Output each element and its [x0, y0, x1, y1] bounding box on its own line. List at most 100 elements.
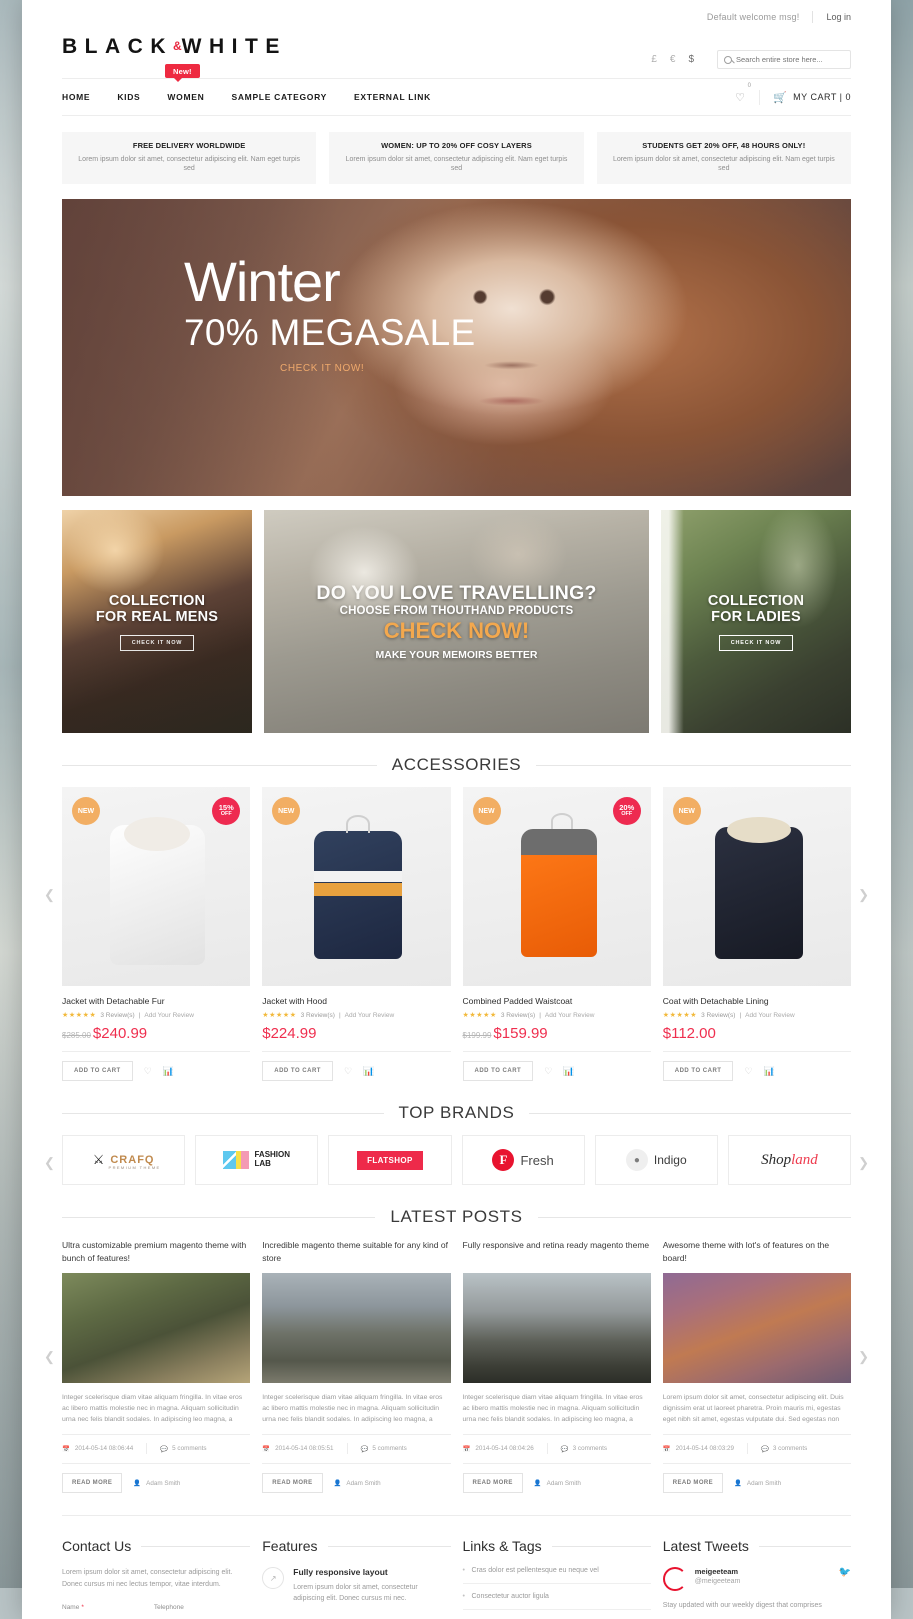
read-more-button[interactable]: READ MORE	[663, 1473, 723, 1493]
compare-icon[interactable]: 📊	[163, 1066, 174, 1077]
tile-travel-line2: CHOOSE FROM THOUTHAND PRODUCTS	[340, 605, 574, 617]
blog-post-card[interactable]: Awesome theme with lot's of features on …	[663, 1239, 851, 1493]
nav-item-home[interactable]: HOME	[62, 92, 90, 102]
brand-logo-shopland[interactable]: Shopland	[728, 1135, 851, 1185]
nav-item-sample-category[interactable]: SAMPLE CATEGORY	[231, 92, 327, 102]
logo-text-right: WHITE	[182, 35, 287, 58]
brands-next-arrow[interactable]: ❯	[858, 1155, 869, 1171]
promo-banner[interactable]: WOMEN: UP TO 20% OFF COSY LAYERS Lorem i…	[329, 132, 583, 184]
nav-item-women[interactable]: WOMEN	[167, 92, 204, 102]
search-icon	[724, 56, 732, 64]
post-excerpt: Lorem ipsum dolor sit amet, consectetur …	[663, 1392, 851, 1425]
product-image[interactable]: NEW 15% OFF	[62, 787, 250, 986]
product-card[interactable]: NEW 15% OFF Jacket with Detachable Fur ★…	[62, 787, 250, 1081]
hero-cta[interactable]: CHECK IT NOW!	[280, 363, 476, 374]
blog-post-card[interactable]: Ultra customizable premium magento theme…	[62, 1239, 250, 1493]
product-name[interactable]: Jacket with Hood	[262, 996, 450, 1006]
post-title[interactable]: Incredible magento theme suitable for an…	[262, 1239, 450, 1265]
brand-logo-fashion-lab[interactable]: FASHION LAB	[195, 1135, 318, 1185]
currency-usd[interactable]: $	[688, 54, 694, 65]
tweet-author-handle[interactable]: @meigeeteam	[695, 1578, 831, 1585]
add-to-cart-button[interactable]: ADD TO CART	[463, 1061, 534, 1081]
add-review-link[interactable]: Add Your Review	[745, 1012, 795, 1019]
post-title[interactable]: Awesome theme with lot's of features on …	[663, 1239, 851, 1265]
product-image[interactable]: NEW 20% OFF	[463, 787, 651, 986]
product-image[interactable]: NEW	[262, 787, 450, 986]
review-count: 3 Review(s)	[501, 1012, 535, 1019]
tile-ladies-collection[interactable]: COLLECTION FOR LADIES CHECK IT NOW	[661, 510, 851, 733]
tile-ladies-button[interactable]: CHECK IT NOW	[719, 635, 794, 651]
add-to-cart-button[interactable]: ADD TO CART	[62, 1061, 133, 1081]
post-title[interactable]: Fully responsive and retina ready magent…	[463, 1239, 651, 1265]
post-thumbnail[interactable]	[663, 1273, 851, 1383]
wishlist-icon[interactable]: ♡	[144, 1066, 152, 1077]
search-input[interactable]	[736, 55, 844, 64]
wishlist-icon[interactable]: ♡	[544, 1066, 552, 1077]
hero-banner[interactable]: Winter 70% MEGASALE CHECK IT NOW!	[62, 199, 851, 496]
footer-link-item[interactable]: Consectetur auctor ligula	[463, 1593, 651, 1610]
promo-banner[interactable]: FREE DELIVERY WORLDWIDE Lorem ipsum dolo…	[62, 132, 316, 184]
brands-prev-arrow[interactable]: ❮	[44, 1155, 55, 1171]
compare-icon[interactable]: 📊	[764, 1066, 775, 1077]
footer-column-tweets: Latest Tweets meigeeteam @meigeeteam 🐦 S…	[663, 1538, 851, 1619]
carousel-prev-arrow[interactable]: ❮	[44, 887, 55, 903]
product-name[interactable]: Jacket with Detachable Fur	[62, 996, 250, 1006]
product-old-price: $285.00	[62, 1031, 91, 1040]
post-thumbnail[interactable]	[62, 1273, 250, 1383]
blog-post-card[interactable]: Fully responsive and retina ready magent…	[463, 1239, 651, 1493]
new-badge: New!	[165, 64, 200, 78]
brand-logo-fresh[interactable]: F Fresh	[462, 1135, 585, 1185]
product-card[interactable]: NEW Coat with Detachable Lining ★★★★★ 3 …	[663, 787, 851, 1081]
posts-prev-arrow[interactable]: ❮	[44, 1349, 55, 1365]
compare-icon[interactable]: 📊	[563, 1066, 574, 1077]
tile-mens-collection[interactable]: COLLECTION FOR REAL MENS CHECK IT NOW	[62, 510, 252, 733]
promo-title: FREE DELIVERY WORLDWIDE	[72, 141, 306, 150]
post-thumbnail[interactable]	[262, 1273, 450, 1383]
add-review-link[interactable]: Add Your Review	[545, 1012, 595, 1019]
read-more-button[interactable]: READ MORE	[463, 1473, 523, 1493]
currency-gbp[interactable]: £	[651, 54, 657, 65]
product-image[interactable]: NEW	[663, 787, 851, 986]
footer-link-item[interactable]: Cras dolor est pellentesque eu neque vel	[463, 1567, 651, 1584]
nav-item-kids[interactable]: KIDS	[117, 92, 140, 102]
read-more-button[interactable]: READ MORE	[62, 1473, 122, 1493]
posts-next-arrow[interactable]: ❯	[858, 1349, 869, 1365]
read-more-button[interactable]: READ MORE	[262, 1473, 322, 1493]
user-icon: 👤	[734, 1479, 742, 1487]
site-logo[interactable]: BLACK&WHITE	[62, 34, 287, 57]
primary-nav: HOME KIDS WOMEN SAMPLE CATEGORY EXTERNAL…	[62, 78, 851, 116]
product-card[interactable]: NEW 20% OFF Combined Padded Waistcoat ★★…	[463, 787, 651, 1081]
product-card[interactable]: NEW Jacket with Hood ★★★★★ 3 Review(s) |…	[262, 787, 450, 1081]
add-review-link[interactable]: Add Your Review	[144, 1012, 194, 1019]
tile-travel[interactable]: DO YOU LOVE TRAVELLING? CHOOSE FROM THOU…	[264, 510, 649, 733]
product-price: $112.00	[663, 1025, 716, 1042]
wishlist-button[interactable]: ♡ 0	[735, 88, 745, 106]
compare-icon[interactable]: 📊	[363, 1066, 374, 1077]
post-excerpt: Integer scelerisque diam vitae aliquam f…	[463, 1392, 651, 1425]
brand-logo-crafq[interactable]: ⚔ CRAFQ PREMIUM THEME	[62, 1135, 185, 1185]
carousel-next-arrow[interactable]: ❯	[858, 887, 869, 903]
cart-button[interactable]: 🛒 MY CART | 0	[773, 91, 851, 104]
wishlist-icon[interactable]: ♡	[744, 1066, 752, 1077]
tile-travel-cta[interactable]: CHECK NOW!	[384, 618, 529, 644]
product-name[interactable]: Coat with Detachable Lining	[663, 996, 851, 1006]
wishlist-icon[interactable]: ♡	[344, 1066, 352, 1077]
currency-eur[interactable]: €	[670, 54, 676, 65]
promo-banner[interactable]: STUDENTS GET 20% OFF, 48 HOURS ONLY! Lor…	[597, 132, 851, 184]
blog-post-card[interactable]: Incredible magento theme suitable for an…	[262, 1239, 450, 1493]
search-box[interactable]	[717, 50, 851, 69]
login-link[interactable]: Log in	[826, 12, 851, 22]
feature-text: Lorem ipsum dolor sit amet, consectetur …	[293, 1582, 450, 1604]
tile-mens-button[interactable]: CHECK IT NOW	[120, 635, 195, 651]
add-review-link[interactable]: Add Your Review	[345, 1012, 395, 1019]
site-footer: Contact Us Lorem ipsum dolor sit amet, c…	[62, 1515, 851, 1619]
nav-item-external-link[interactable]: EXTERNAL LINK	[354, 92, 431, 102]
post-title[interactable]: Ultra customizable premium magento theme…	[62, 1239, 250, 1265]
product-name[interactable]: Combined Padded Waistcoat	[463, 996, 651, 1006]
tweet-author-name[interactable]: meigeeteam	[695, 1567, 831, 1576]
brand-logo-indigo[interactable]: ● Indigo	[595, 1135, 718, 1185]
brand-logo-flatshop[interactable]: FLATSHOP	[328, 1135, 451, 1185]
post-thumbnail[interactable]	[463, 1273, 651, 1383]
add-to-cart-button[interactable]: ADD TO CART	[663, 1061, 734, 1081]
add-to-cart-button[interactable]: ADD TO CART	[262, 1061, 333, 1081]
